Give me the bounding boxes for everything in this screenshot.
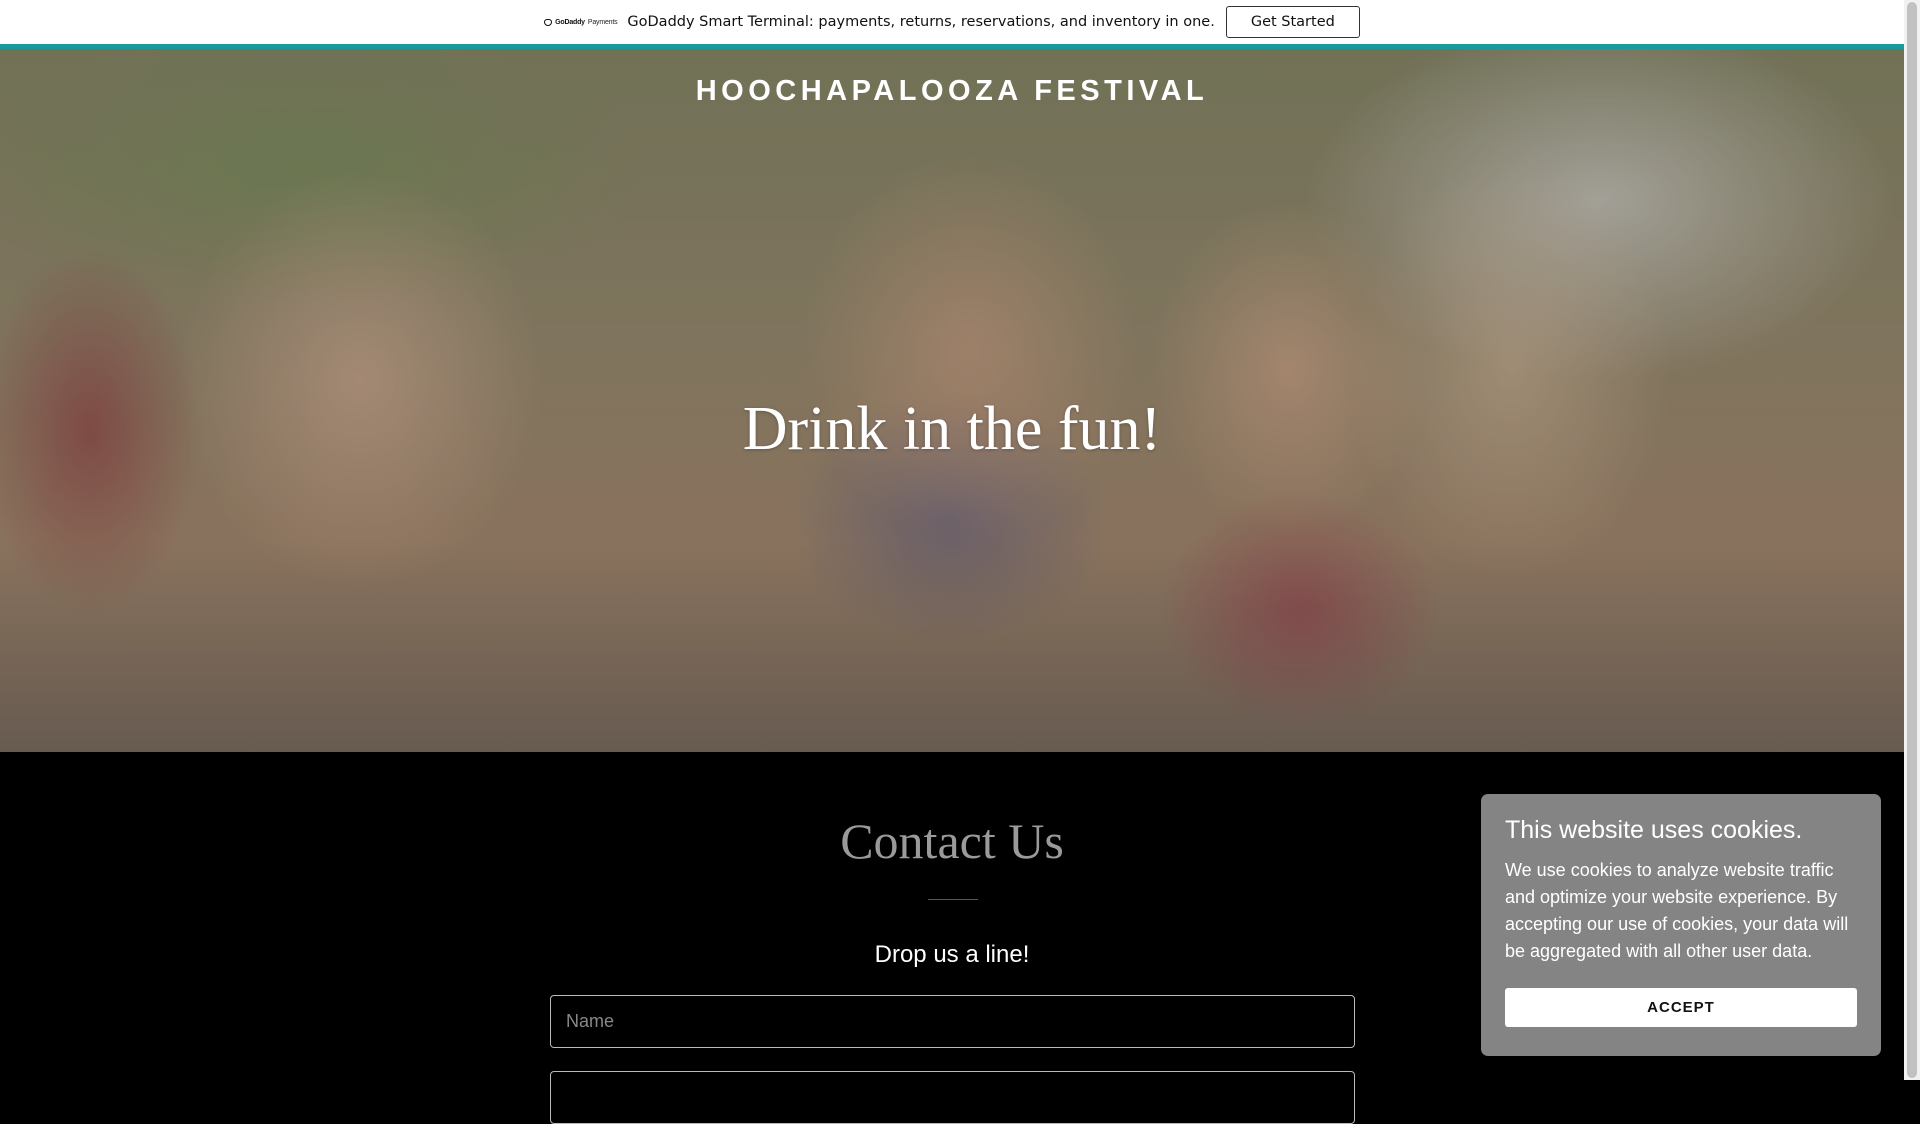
- scrollbar-thumb[interactable]: [1907, 2, 1917, 1078]
- email-input[interactable]: [550, 1071, 1355, 1124]
- accept-cookies-button[interactable]: ACCEPT: [1505, 988, 1857, 1027]
- hero-heading: Drink in the fun!: [742, 395, 1162, 463]
- logo-suffix: Payments: [587, 18, 618, 26]
- godaddy-logo-icon: [544, 18, 553, 26]
- logo-brand: GoDaddy: [555, 18, 585, 26]
- get-started-button[interactable]: Get Started: [1225, 6, 1360, 38]
- name-input[interactable]: Name: [550, 995, 1355, 1048]
- cookie-message: We use cookies to analyze website traffi…: [1505, 860, 1849, 961]
- cookie-title: This website uses cookies.: [1505, 816, 1803, 844]
- cookie-banner: This website uses cookies. We use cookie…: [1481, 794, 1881, 1056]
- promo-text: GoDaddy Smart Terminal: payments, return…: [627, 14, 1215, 30]
- section-divider: [928, 899, 978, 900]
- site-title[interactable]: HOOCHAPALOOZA FESTIVAL: [0, 75, 1904, 108]
- hero-section: HOOCHAPALOOZA FESTIVAL Drink in the fun!: [0, 49, 1904, 752]
- godaddy-payments-logo: GoDaddy Payments: [544, 18, 618, 26]
- promo-banner: GoDaddy Payments GoDaddy Smart Terminal:…: [0, 0, 1904, 49]
- page-scrollbar[interactable]: [1904, 0, 1920, 1080]
